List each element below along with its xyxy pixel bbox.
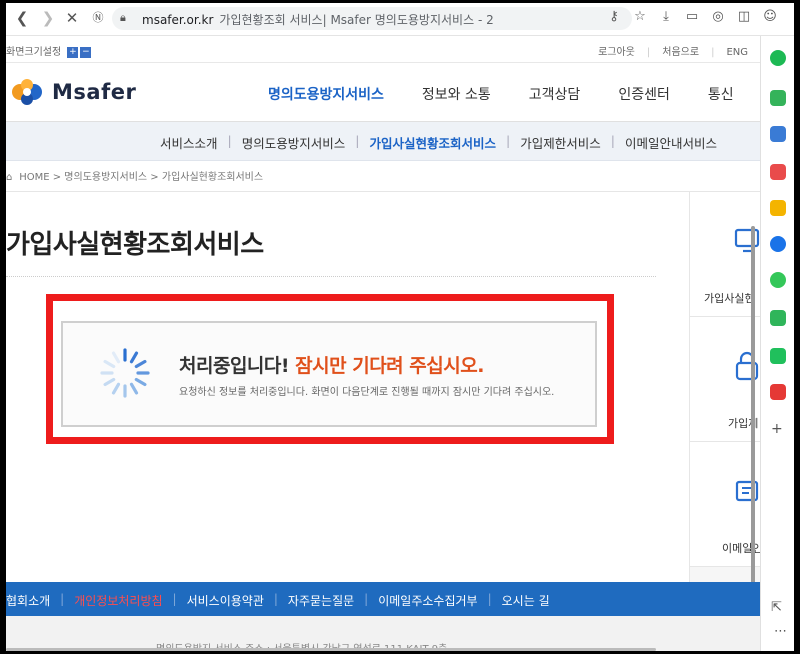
logout-link[interactable]: 로그아웃	[598, 47, 635, 58]
site-icon[interactable]: Ⓝ	[88, 8, 108, 28]
processing-title-accent: 잠시만 기다려 주십시오.	[295, 355, 484, 377]
footer-link-privacy[interactable]: 개인정보처리방침	[64, 592, 172, 609]
app-icon[interactable]	[770, 90, 786, 106]
app-icon[interactable]	[770, 348, 786, 364]
download-icon[interactable]: ⤓	[658, 9, 674, 25]
home-icon: ⌂	[6, 172, 13, 183]
title-divider	[6, 276, 656, 277]
utility-bar: 화면크기설정 + − 로그아웃 | 처음으로 | ENG	[6, 36, 760, 63]
english-link[interactable]: ENG	[726, 47, 748, 58]
processing-box: 처리중입니다! 잠시만 기다려 주십시오. 요청하신 정보를 처리중입니다. 화…	[61, 321, 597, 427]
quick-item-status[interactable]: 가입사실현	[690, 192, 760, 317]
breadcrumb-level1[interactable]: 명의도용방지서비스	[64, 172, 147, 183]
lock-icon	[735, 351, 759, 381]
sub-nav: 서비스소개 | 명의도용방지서비스 | 가입사실현황조회서비스 | 가입제한서비스 | …	[6, 122, 760, 161]
browser-window: ❮ ❯ ✕ Ⓝ 🔒︎ msafer.or.kr 가입현황조회 서비스| Msafe…	[6, 3, 794, 651]
tab-title: 가입현황조회 서비스| Msafer 명의도용방지서비스 - 2	[219, 13, 494, 27]
gnb-item-support[interactable]: 고객상담	[529, 84, 581, 104]
gnb-item-protection[interactable]: 명의도용방지서비스	[268, 84, 384, 104]
loading-spinner-icon	[100, 348, 150, 398]
app-icon[interactable]	[770, 236, 786, 252]
screenshot-icon[interactable]: ◎	[710, 9, 726, 25]
breadcrumb-level2[interactable]: 가입사실현황조회서비스	[162, 172, 263, 183]
font-size-label: 화면크기설정	[6, 47, 62, 58]
forward-icon[interactable]: ❯	[38, 8, 58, 28]
gnb-item-info[interactable]: 정보와 소통	[422, 84, 491, 104]
font-increase-button[interactable]: +	[67, 46, 79, 58]
app-icon[interactable]	[770, 272, 786, 288]
app-icon[interactable]	[770, 50, 786, 66]
app-icon[interactable]	[770, 126, 786, 142]
divider	[6, 191, 760, 192]
monitor-icon	[734, 228, 760, 253]
quick-menu: 가입사실현 가입제 이메일인	[689, 192, 760, 582]
quick-item-restrict[interactable]: 가입제	[690, 317, 760, 442]
breadcrumb-home[interactable]: HOME	[19, 172, 49, 183]
lock-icon[interactable]: 🔒︎	[120, 11, 126, 25]
processing-subtitle: 요청하신 정보를 처리중입니다. 화면이 다음단계로 진행될 때까지 잠시만 기…	[179, 387, 555, 398]
back-icon[interactable]: ❮	[12, 8, 32, 28]
subnav-item-status[interactable]: 가입사실현황조회서비스	[359, 133, 506, 152]
page-title: 가입사실현황조회서비스	[6, 230, 264, 260]
app-icon[interactable]	[770, 310, 786, 326]
breadcrumb: ⌂ HOME > 명의도용방지서비스 > 가입사실현황조회서비스	[6, 168, 263, 183]
gnb-item-telecom[interactable]: 통신	[708, 84, 734, 104]
horizontal-scrollbar[interactable]	[6, 648, 656, 651]
subnav-item-restrict[interactable]: 가입제한서비스	[510, 133, 611, 152]
sidepanel-icon[interactable]: ◫	[736, 9, 752, 25]
breadcrumb-sep: >	[150, 172, 159, 183]
subnav-item-email[interactable]: 이메일안내서비스	[615, 133, 727, 152]
global-nav: Msafer 명의도용방지서비스 정보와 소통 고객상담 인증센터 통신	[6, 63, 760, 122]
mail-icon	[735, 480, 759, 502]
site-logo[interactable]: Msafer	[10, 77, 136, 107]
add-icon[interactable]: +	[771, 421, 783, 437]
app-icon[interactable]	[770, 200, 786, 216]
breadcrumb-sep: >	[52, 172, 62, 183]
processing-title-main: 처리중입니다!	[179, 355, 290, 377]
quick-item-label: 가입사실현	[704, 292, 755, 305]
footer-link-terms[interactable]: 서비스이용약관	[177, 592, 274, 609]
quick-item-email[interactable]: 이메일인	[690, 442, 760, 567]
footer-link-email-refuse[interactable]: 이메일주소수집거부	[368, 592, 487, 609]
logo-text: Msafer	[52, 80, 137, 104]
browser-toolbar: ❮ ❯ ✕ Ⓝ 🔒︎ msafer.or.kr 가입현황조회 서비스| Msafe…	[6, 3, 794, 36]
toolbar-icons: ⚷ ☆ ⤓ ▭ ◎ ◫ ☺ ⋮	[606, 9, 794, 25]
footer-info: 명의도용방지 서비스 주소 : 서울특별시 강남구 영성로 111 KAIT 9…	[6, 616, 760, 651]
cast-icon[interactable]: ▭	[684, 9, 700, 25]
menu-icon[interactable]: ⋮	[788, 9, 795, 25]
utility-links: 로그아웃 | 처음으로 | ENG	[598, 47, 748, 58]
app-icon[interactable]	[770, 384, 786, 400]
address-bar[interactable]: 🔒︎ msafer.or.kr 가입현황조회 서비스| Msafer 명의도용방지…	[112, 7, 632, 30]
more-icon[interactable]: ⋯	[774, 624, 787, 639]
subnav-item-protection[interactable]: 명의도용방지서비스	[232, 133, 356, 152]
account-icon[interactable]: ☺	[762, 9, 778, 25]
web-page: 화면크기설정 + − 로그아웃 | 처음으로 | ENG Msafer 명의도용방지서비스	[6, 36, 760, 651]
stop-icon[interactable]: ✕	[62, 8, 82, 28]
footer-link-faq[interactable]: 자주묻는질문	[278, 592, 364, 609]
key-icon[interactable]: ⚷	[606, 9, 622, 25]
url-domain: msafer.or.kr	[142, 13, 214, 27]
app-icon[interactable]	[770, 164, 786, 180]
footer-link-about[interactable]: 협회소개	[6, 592, 60, 609]
footer-nav: 협회소개 | 개인정보처리방침 | 서비스이용약관 | 자주묻는질문 | 이메일주소수집…	[6, 582, 760, 616]
bookmark-icon[interactable]: ☆	[632, 9, 648, 25]
browser-side-rail: + ⇱ ⋯	[760, 36, 794, 651]
url-text[interactable]: msafer.or.kr 가입현황조회 서비스| Msafer 명의도용방지서비스…	[142, 11, 494, 28]
footer-link-directions[interactable]: 오시는 길	[492, 592, 560, 609]
processing-title: 처리중입니다! 잠시만 기다려 주십시오.	[179, 351, 484, 378]
gnb-menu: 명의도용방지서비스 정보와 소통 고객상담 인증센터 통신	[268, 84, 760, 104]
msafer-logo-icon	[12, 79, 42, 105]
gnb-item-auth[interactable]: 인증센터	[618, 84, 670, 104]
external-link-icon[interactable]: ⇱	[771, 600, 782, 615]
sub-nav-menu: 서비스소개 | 명의도용방지서비스 | 가입사실현황조회서비스 | 가입제한서비스 | …	[150, 133, 727, 152]
font-size-control: 화면크기설정 + −	[6, 43, 92, 58]
subnav-item-intro[interactable]: 서비스소개	[150, 133, 228, 152]
font-decrease-button[interactable]: −	[80, 46, 92, 58]
footer-links: 협회소개 | 개인정보처리방침 | 서비스이용약관 | 자주묻는질문 | 이메일주소수집…	[6, 592, 560, 609]
vertical-scrollbar[interactable]	[751, 226, 755, 586]
home-link[interactable]: 처음으로	[662, 47, 699, 58]
